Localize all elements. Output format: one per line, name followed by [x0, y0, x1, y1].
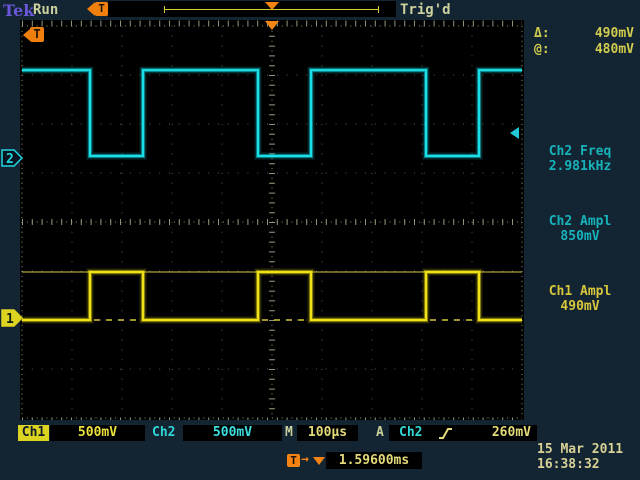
tek-logo: Tek	[3, 1, 34, 20]
delay-trigger-t-icon: T	[287, 454, 300, 467]
cursor-at-readout: @: 480mV	[534, 42, 634, 57]
waveform-ch2	[22, 70, 522, 156]
datetime-readout: 15 Mar 2011 16:38:32	[537, 442, 623, 472]
waveform-plot	[20, 20, 524, 420]
ch2-ground-marker: 2	[1, 147, 23, 169]
trigger-readout-box: Ch2 260mV	[389, 425, 537, 441]
measurement-value: 850mV	[524, 229, 636, 244]
measurement-ch1-ampl: Ch1 Ampl 490mV	[524, 284, 636, 314]
ch2-channel-label: Ch2	[152, 425, 175, 441]
trigger-level-arrow-icon	[510, 127, 519, 139]
ch2-marker-label: 2	[6, 152, 14, 167]
cursor-delta-readout: Δ: 490mV	[534, 26, 634, 41]
oscilloscope-screen: Tek Run T Trig'd T 2 1 Δ: 490mV @: 480mV…	[0, 0, 640, 480]
timebase-scale-readout: 100µs	[297, 425, 358, 441]
delta-label: Δ:	[534, 26, 550, 41]
graticule-area	[20, 20, 524, 420]
record-trigger-marker-icon	[265, 2, 279, 10]
trigger-position-icon: T	[87, 2, 108, 16]
expansion-point-marker-icon	[265, 21, 279, 30]
delay-arrow-icon: →	[301, 452, 309, 467]
at-label: @:	[534, 42, 550, 57]
record-view-bracket-left	[164, 6, 165, 13]
a-trigger-label: A	[376, 425, 384, 441]
trigger-status: Trig'd	[400, 2, 451, 18]
trigger-level-value: 260mV	[492, 425, 531, 441]
measurement-value: 490mV	[524, 299, 636, 314]
at-value: 480mV	[595, 42, 634, 57]
trigger-offscreen-left-marker: T	[23, 27, 44, 42]
rising-edge-icon	[438, 426, 453, 441]
trigger-source: Ch2	[399, 425, 422, 441]
measurement-value: 2.981kHz	[524, 159, 636, 174]
ch1-marker-label: 1	[6, 312, 14, 327]
delta-value: 490mV	[595, 26, 634, 41]
date-text: 15 Mar 2011	[537, 442, 623, 457]
time-text: 16:38:32	[537, 457, 623, 472]
measurement-label: Ch2 Freq	[524, 144, 636, 159]
measurement-ch2-ampl: Ch2 Ampl 850mV	[524, 214, 636, 244]
waveform-ch2	[22, 70, 522, 156]
acquisition-state: Run	[33, 2, 58, 18]
ch2-scale-readout: 500mV	[183, 425, 282, 441]
record-view-bar	[108, 1, 396, 17]
measurement-label: Ch2 Ampl	[524, 214, 636, 229]
trigger-t-icon: T	[30, 27, 44, 42]
record-view-bracket-right	[378, 6, 379, 13]
left-arrow-icon	[23, 29, 30, 41]
trigger-t-icon: T	[95, 2, 108, 16]
ch1-scale-readout: 500mV	[50, 425, 145, 441]
main-timebase-label: M	[285, 425, 293, 441]
waveform-ch2	[22, 70, 522, 156]
measurement-ch2-freq: Ch2 Freq 2.981kHz	[524, 144, 636, 174]
delay-expansion-triangle-icon	[313, 457, 325, 465]
left-arrow-icon	[87, 2, 95, 16]
delay-time-readout: 1.59600ms	[326, 452, 422, 469]
measurement-label: Ch1 Ampl	[524, 284, 636, 299]
ch1-ground-marker: 1	[1, 307, 23, 329]
ch1-channel-badge: Ch1	[18, 425, 49, 441]
